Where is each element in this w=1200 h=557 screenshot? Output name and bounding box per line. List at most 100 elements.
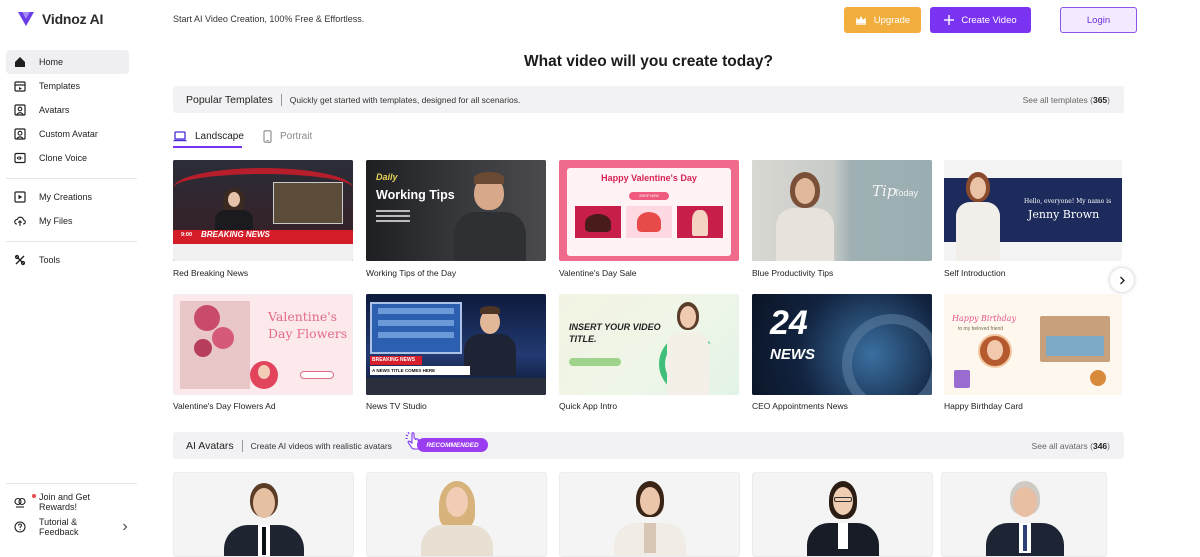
chevron-right-icon (1120, 276, 1125, 284)
avatar-image (692, 210, 708, 236)
template-card-working-tips[interactable]: Daily Working Tips (366, 160, 546, 261)
presenter-face (795, 178, 815, 204)
avatar-card[interactable] (752, 472, 933, 557)
sidebar-item-label: Avatars (39, 105, 70, 115)
app-intro-title2: TITLE. (569, 334, 597, 344)
birthday-title: Happy Birthday (952, 314, 1017, 323)
active-tab-indicator (173, 146, 242, 148)
presenter-body (956, 202, 1000, 261)
cake-icon (954, 370, 970, 388)
see-all-text: See all avatars ( (1031, 440, 1093, 451)
sidebar-divider (6, 241, 137, 242)
logo[interactable]: Vidnoz AI (16, 9, 103, 29)
see-all-close: ) (1107, 94, 1110, 105)
template-card-valentines-flowers[interactable]: Valentine's Day Flowers (173, 294, 353, 395)
time-label: 9:00 (181, 232, 193, 238)
notification-dot (32, 494, 36, 498)
template-card-quick-app-intro[interactable]: INSERT YOUR VIDEO TITLE. (559, 294, 739, 395)
template-card-valentines-day-sale[interactable]: Happy Valentine's Day SHOP NOW (559, 160, 739, 261)
avatar-face (987, 340, 1003, 360)
avatars-count: 346 (1092, 440, 1108, 451)
sidebar-item-label: Home (39, 57, 64, 67)
avatar-card[interactable] (941, 472, 1107, 557)
page-heading: What video will you create today? (524, 53, 773, 70)
template-card-news-tv-studio[interactable]: BREAKING NEWS A NEWS TITLE COMES HERE (366, 294, 546, 395)
template-card-happy-birthday[interactable]: Happy Birthday to my beloved friend (944, 294, 1122, 395)
tab-landscape[interactable]: Landscape (173, 124, 244, 148)
sidebar-item-my-files[interactable]: My Files (6, 209, 129, 233)
see-all-templates-link[interactable]: See all templates (365) (1023, 95, 1110, 105)
sidebar-item-tools[interactable]: Tools (6, 248, 129, 272)
sidebar-item-tutorial[interactable]: Tutorial & Feedback (6, 515, 129, 539)
flowers-title: Valentine's (268, 309, 338, 324)
intro-text: Hello, everyone! My name is (1024, 198, 1112, 205)
news-screen (273, 182, 343, 224)
sidebar-item-clone-voice[interactable]: Clone Voice (6, 146, 129, 170)
create-video-label: Create Video (961, 14, 1017, 26)
carousel-next-button[interactable] (1110, 268, 1134, 292)
section-title: Popular Templates (186, 93, 273, 106)
sidebar-item-home[interactable]: Home (6, 50, 129, 74)
template-title: News TV Studio (366, 401, 427, 411)
url-pill (569, 358, 621, 366)
sidebar-divider (6, 178, 137, 179)
voice-icon (14, 152, 26, 164)
avatar-card[interactable] (173, 472, 354, 557)
party-table (1046, 336, 1104, 356)
sidebar-item-rewards[interactable]: Join and Get Rewards! (6, 490, 129, 514)
avatar-tie (262, 527, 266, 555)
sidebar-item-label: Join and Get Rewards! (39, 492, 91, 512)
template-title: Blue Productivity Tips (752, 268, 834, 278)
crown-icon (855, 16, 866, 25)
home-icon (15, 57, 25, 67)
sidebar-item-label: My Files (39, 216, 73, 226)
avatar-top (421, 525, 493, 556)
login-label: Login (1086, 14, 1111, 26)
sidebar-item-label: Clone Voice (39, 153, 88, 163)
template-title: CEO Appointments News (752, 401, 848, 411)
section-subtitle: Create AI videos with realistic avatars (250, 440, 392, 451)
see-all-close: ) (1107, 440, 1110, 451)
rewards-icon (14, 497, 26, 508)
phone-icon (263, 129, 272, 143)
login-button[interactable]: Login (1060, 7, 1137, 33)
sidebar-item-templates[interactable]: Templates (6, 74, 129, 98)
breaking-news-tag: BREAKING NEWS (370, 356, 422, 365)
presenter-body (776, 208, 834, 261)
cake-image (585, 214, 611, 232)
create-video-button[interactable]: Create Video (930, 7, 1031, 33)
template-card-blue-productivity-tips[interactable]: Tip Today (752, 160, 932, 261)
avatar-shirt (838, 523, 848, 549)
template-title: Self Introduction (944, 268, 1006, 278)
presenter-body (667, 332, 709, 395)
presenter-hair (474, 172, 504, 184)
intro-name: Jenny Brown (1028, 208, 1100, 221)
sidebar-item-avatars[interactable]: Avatars (6, 98, 129, 122)
app-intro-title: INSERT YOUR VIDEO (569, 322, 661, 332)
section-subtitle: Quickly get started with templates, desi… (289, 94, 521, 105)
news-desk (366, 378, 546, 395)
working-tips-label: Working Tips (376, 188, 455, 202)
sidebar-item-custom-avatar[interactable]: Custom Avatar (6, 122, 129, 146)
birthday-subtitle: to my beloved friend (958, 326, 1004, 332)
plus-icon (944, 15, 955, 25)
valentine-title: Happy Valentine's Day (601, 173, 697, 183)
avatar-face (446, 487, 468, 517)
template-card-ceo-appointments-news[interactable]: 24 NEWS (752, 294, 932, 395)
see-all-avatars-link[interactable]: See all avatars (346) (1032, 441, 1110, 451)
template-title: Happy Birthday Card (944, 401, 1023, 411)
tab-portrait[interactable]: Portrait (263, 124, 312, 148)
presenter-face (228, 192, 240, 207)
templates-section-bar: Popular Templates Quickly get started wi… (173, 86, 1124, 113)
twenty-four-label: 24 (770, 304, 808, 342)
avatar-glasses (834, 497, 852, 502)
template-card-red-breaking-news[interactable]: 9:00 BREAKING NEWS (173, 160, 353, 261)
template-card-self-introduction[interactable]: Hello, everyone! My name is Jenny Brown (944, 160, 1122, 261)
avatars-section-bar: AI Avatars Create AI videos with realist… (173, 432, 1124, 459)
avatar-card[interactable] (366, 472, 547, 557)
recommended-badge: RECOMMENDED (403, 430, 488, 454)
sidebar-item-label: Templates (39, 81, 81, 91)
sidebar-item-my-creations[interactable]: My Creations (6, 185, 129, 209)
avatar-card[interactable] (559, 472, 740, 557)
upgrade-button[interactable]: Upgrade (844, 7, 921, 33)
